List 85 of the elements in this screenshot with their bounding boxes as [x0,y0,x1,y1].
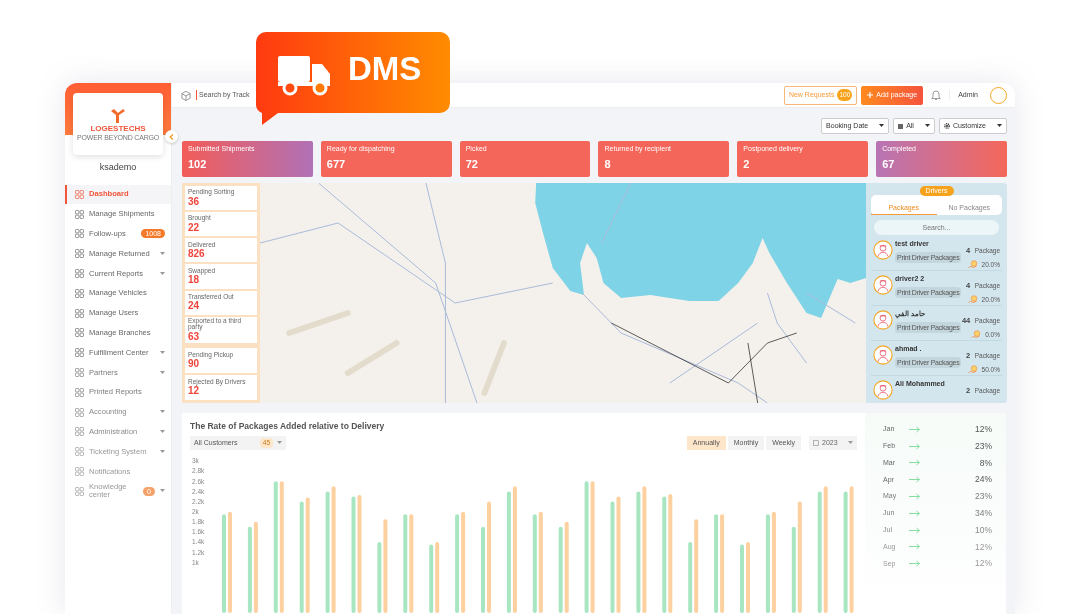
brand-name: LOGESTECHS [90,124,146,133]
coin-hand-icon [967,260,978,270]
arrow-icon [909,476,921,484]
percent-value: 8% [979,456,992,470]
stat-value: 102 [188,158,208,171]
product-name: DMS [348,52,422,85]
stat-value: 18 [188,275,200,286]
logo-icon [110,107,126,124]
caret-icon [160,410,165,415]
stat-value: 90 [188,359,200,370]
driver-avatar [873,240,893,260]
menu-icon [75,209,84,219]
chart-title: The Rate of Packages Added relative to Delivery [190,420,386,433]
calendar-icon [898,123,904,129]
menu-icon [75,189,84,199]
menu-icon [75,229,84,239]
menu-icon [75,427,84,437]
username: ksademo [98,161,138,174]
percent-value: 23% [975,490,992,503]
gear-icon [943,123,950,129]
chart-bar [746,541,750,613]
caret-icon [848,441,853,446]
caret-icon [160,350,165,355]
menu-icon [75,288,84,298]
stat-value: 2 [743,158,751,171]
arrow-icon [909,543,921,551]
chart-bar [740,544,744,613]
chevron-icon [169,133,174,140]
stat-value: 72 [465,158,479,171]
caret-icon [160,429,165,434]
caret-icon [160,370,165,375]
menu-icon [75,467,84,477]
stat-value: 67 [882,158,896,171]
menu-icon [75,328,84,338]
percent-value: 12% [975,540,992,554]
menu-icon [75,447,84,457]
package-icon [180,89,192,101]
menu-icon [75,407,84,417]
driver-avatar [873,345,893,365]
menu-icon [75,486,84,496]
stat-value: 22 [188,223,201,233]
avatar-circle[interactable] [990,86,1007,104]
menu-icon [75,368,84,378]
arrow-icon [909,509,921,517]
caret-icon [160,449,165,454]
arrow-icon [909,493,921,501]
plus-icon [867,92,874,98]
percent-value: 12% [975,423,992,436]
arrow-icon [909,425,921,433]
calendar-icon [813,440,819,447]
stat-value: 12 [188,386,200,397]
caret-icon [160,251,165,256]
coin-hand-icon [967,365,978,375]
stat-value: 63 [188,331,200,342]
caret-icon [277,441,282,446]
caret-icon [924,124,930,128]
stat-value: 826 [188,249,206,260]
caret-icon [160,271,165,276]
driver-avatar [873,380,893,400]
coin-hand-icon [971,330,982,340]
menu-icon [75,308,84,318]
driver-avatar [873,275,893,295]
caret-icon [160,489,165,494]
coin-hand-icon [967,295,978,305]
stat-value: 8 [604,158,612,171]
caret-icon [997,124,1002,128]
caret-icon [879,124,885,128]
stat-value: 24 [188,301,201,312]
bell-icon[interactable] [931,89,942,101]
percent-value: 24% [975,473,992,487]
menu-icon [75,387,84,397]
menu-icon [75,269,84,279]
percent-value: 34% [975,507,992,520]
percent-value: 23% [975,439,992,453]
menu-icon [75,249,84,259]
percent-value: 12% [975,557,992,571]
arrow-icon [909,526,921,534]
arrow-icon [909,459,921,467]
menu-icon [75,348,84,358]
percent-value: 10% [975,523,992,537]
driver-avatar [873,310,893,330]
stat-value: 36 [188,196,200,207]
arrow-icon [909,442,921,450]
stat-value: 677 [326,158,347,171]
arrow-icon [909,560,921,568]
